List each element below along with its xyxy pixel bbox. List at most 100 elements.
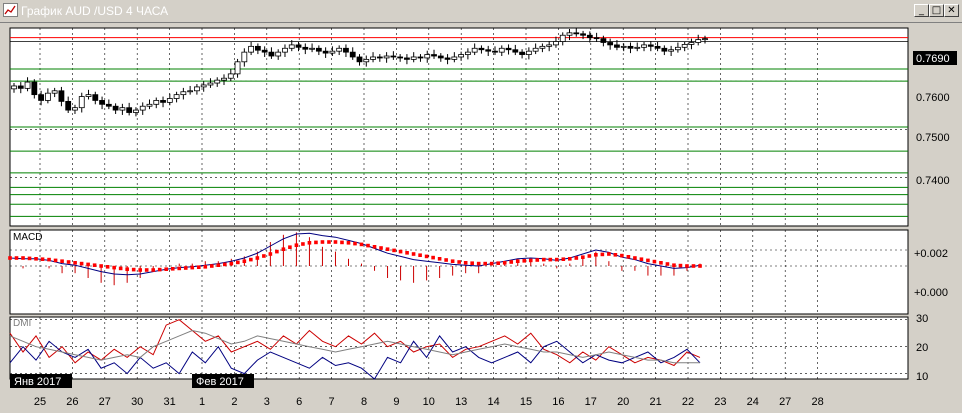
candle-body-64 — [444, 57, 451, 60]
macd-signal-dot-51 — [672, 263, 676, 267]
macd-signal-dot-10 — [138, 268, 142, 272]
macd-signal-dot-44 — [581, 255, 585, 259]
candle-body-10 — [78, 96, 85, 109]
macd-signal-dot-19 — [255, 256, 260, 260]
chart-area: 0.7690 0.7600 0.7500 0.7400 MACD +0.002 … — [8, 27, 957, 408]
candle-body-28 — [200, 84, 207, 88]
candle-body-38 — [268, 51, 275, 57]
macd-signal-dot-7 — [99, 264, 103, 268]
macd-signal-dot-mid-44 — [587, 254, 592, 258]
candle-body-92 — [634, 46, 641, 49]
close-button[interactable]: ✕ — [944, 4, 959, 17]
x-label-26: 26 — [66, 396, 78, 408]
macd-signal-dot-mid-50 — [665, 262, 670, 266]
x-label-16: 16 — [552, 396, 564, 408]
macd-signal-dot-mid-4 — [66, 260, 71, 264]
macd-signal-dot-39 — [515, 259, 520, 263]
dmi-tick-10: 10 — [916, 371, 928, 383]
candle-body-39 — [275, 51, 282, 57]
candle-body-56 — [390, 55, 397, 58]
candle-body-21 — [153, 100, 160, 105]
macd-signal-dot-29 — [385, 247, 390, 251]
macd-signal-dot-24 — [320, 240, 325, 244]
macd-signal-dot-mid-5 — [79, 261, 84, 266]
macd-signal-dot-53 — [698, 264, 702, 268]
macd-signal-dot-mid-35 — [470, 261, 474, 265]
maximize-button[interactable]: □ — [929, 4, 944, 17]
candle-body-50 — [349, 51, 356, 58]
candle-body-99 — [681, 44, 688, 48]
candle-body-101 — [695, 39, 702, 43]
macd-signal-dot-mid-0 — [14, 256, 19, 260]
candle-body-47 — [329, 50, 336, 54]
macd-signal-dot-mid-17 — [236, 260, 240, 265]
candle-body-36 — [254, 45, 261, 51]
candle-body-20 — [146, 103, 153, 107]
macd-signal-dot-43 — [568, 257, 572, 261]
macd-signal-dot-mid-26 — [353, 241, 357, 246]
macd-signal-dot-mid-32 — [431, 255, 435, 260]
macd-signal-dot-52 — [685, 264, 689, 268]
macd-signal-dot-mid-45 — [600, 252, 605, 257]
candle-body-1 — [17, 85, 24, 89]
macd-signal-dot-2 — [34, 257, 38, 261]
macd-signal-dot-42 — [554, 257, 559, 262]
macd-signal-dot-mid-7 — [105, 265, 110, 269]
macd-signal-dot-5 — [73, 261, 77, 265]
candle-body-60 — [417, 56, 424, 59]
macd-signal-dot-mid-38 — [509, 260, 514, 264]
macd-signal-dot-30 — [398, 249, 403, 254]
macd-tick-0.000: +0.000 — [914, 287, 948, 299]
macd-signal-dot-26 — [346, 241, 351, 245]
candle-body-74 — [512, 49, 519, 53]
macd-signal-dot-mid-21 — [288, 245, 292, 249]
macd-signal-dot-4 — [60, 259, 64, 263]
candle-body-79 — [546, 44, 553, 47]
candle-body-54 — [376, 56, 383, 59]
macd-signal-dot-12 — [164, 267, 169, 271]
price-tick-0.7400: 0.7400 — [916, 175, 950, 187]
candle-body-70 — [485, 49, 492, 52]
x-label-20: 20 — [617, 396, 629, 408]
candle-body-13 — [99, 100, 105, 105]
minimize-button[interactable]: _ — [914, 4, 929, 17]
macd-signal-dot-50 — [659, 261, 663, 265]
x-label-23: 23 — [714, 396, 726, 408]
candle-body-73 — [505, 47, 512, 51]
macd-signal-dot-mid-30 — [405, 251, 409, 255]
candle-body-90 — [620, 45, 627, 48]
candle-body-65 — [451, 56, 458, 60]
macd-signal-dot-45 — [594, 253, 598, 257]
candle-body-23 — [166, 98, 173, 103]
macd-signal-dot-17 — [229, 261, 234, 266]
macd-signal-dot-mid-12 — [170, 267, 175, 271]
x-label-7: 7 — [329, 396, 335, 408]
candle-body-63 — [437, 55, 444, 59]
candle-body-59 — [410, 56, 417, 60]
macd-signal-dot-18 — [242, 259, 247, 263]
macd-signal-dot-28 — [372, 245, 377, 249]
candle-body-100 — [688, 42, 695, 45]
candle-body-26 — [187, 90, 194, 93]
x-label-3: 3 — [264, 396, 270, 408]
macd-signal-dot-mid-10 — [144, 268, 149, 272]
x-label-10: 10 — [423, 396, 435, 408]
macd-signal-dot-6 — [86, 262, 90, 267]
candle-body-15 — [112, 105, 119, 111]
chart-app-icon — [3, 3, 18, 17]
price-tick-0.7600: 0.7600 — [916, 92, 950, 104]
macd-signal-dot-mid-15 — [209, 264, 214, 268]
month-marker-feb: Фев 2017 — [196, 376, 244, 388]
candle-body-42 — [295, 44, 302, 48]
x-label-31: 31 — [163, 396, 175, 408]
macd-signal-dot-mid-31 — [418, 253, 422, 257]
candle-body-6 — [51, 90, 58, 94]
macd-signal-dot-38 — [502, 261, 507, 265]
macd-signal-dot-mid-27 — [366, 243, 370, 248]
candle-body-78 — [539, 45, 546, 49]
candle-body-82 — [566, 32, 573, 36]
candle-body-44 — [309, 47, 315, 50]
macd-signal-dot-35 — [463, 261, 468, 265]
candle-body-30 — [214, 79, 221, 84]
candle-body-2 — [24, 81, 31, 89]
